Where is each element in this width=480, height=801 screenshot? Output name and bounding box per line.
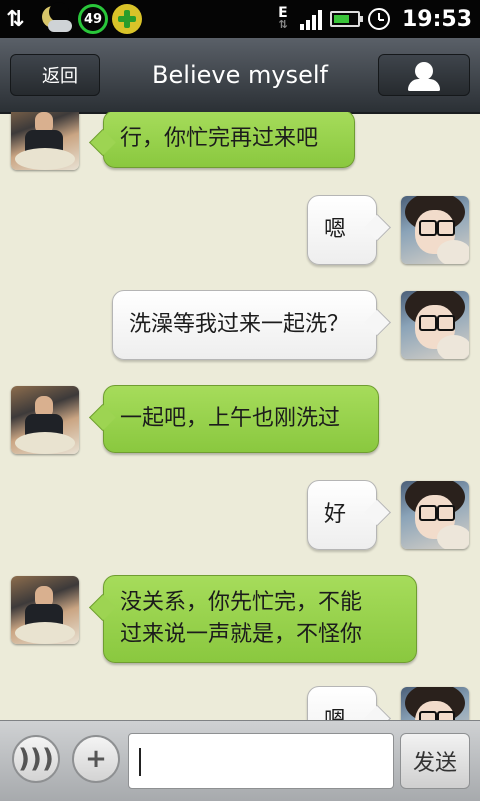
back-button-label: 返回 (42, 66, 78, 87)
contact-profile-button[interactable] (378, 54, 470, 96)
message-text: 一起吧，上午也刚洗过 (120, 406, 341, 431)
my-avatar[interactable] (401, 196, 469, 264)
send-button-label: 发送 (412, 751, 457, 776)
notification-count-badge: 49 (78, 4, 108, 34)
battery-icon (329, 11, 363, 27)
text-cursor (139, 748, 141, 776)
contact-avatar[interactable] (11, 386, 79, 454)
message-bubble[interactable]: 嗯 (307, 686, 377, 720)
back-button[interactable]: 返回 (10, 54, 100, 96)
message-text: 行，你忙完再过来吧 (120, 126, 319, 151)
voice-input-button[interactable]: ))) (12, 735, 60, 783)
my-avatar[interactable] (401, 687, 469, 720)
attachment-button[interactable]: + (72, 735, 120, 783)
message-bubble[interactable]: 洗澡等我过来一起洗？ (112, 290, 377, 360)
plus-icon: + (85, 744, 107, 774)
contact-avatar[interactable] (11, 112, 79, 170)
message-list[interactable]: 行，你忙完再过来吧 嗯 洗澡等我过来一起洗？ 一起吧，上午也刚洗过 好 没关系，… (0, 112, 480, 720)
security-app-icon (112, 4, 142, 34)
message-text: 好 (324, 502, 347, 527)
send-button[interactable]: 发送 (400, 733, 470, 789)
my-avatar[interactable] (401, 481, 469, 549)
my-avatar[interactable] (401, 291, 469, 359)
status-bar: ⇅ 49 E ⇅ 19:53 (0, 0, 480, 38)
message-text: 洗澡等我过来一起洗？ (129, 312, 350, 337)
message-bubble[interactable]: 好 (307, 480, 377, 550)
message-text-line: 没关系，你先忙完，不能 (120, 590, 363, 615)
signal-strength-icon (299, 8, 322, 30)
message-bubble[interactable]: 没关系，你先忙完，不能 过来说一声就是，不怪你 (103, 575, 417, 663)
message-bubble[interactable]: 一起吧，上午也刚洗过 (103, 385, 379, 453)
message-bubble[interactable]: 行，你忙完再过来吧 (103, 112, 355, 168)
network-type-indicator: E ⇅ (278, 5, 288, 31)
message-text-line: 过来说一声就是，不怪你 (120, 622, 363, 647)
contact-avatar[interactable] (11, 576, 79, 644)
message-bubble[interactable]: 嗯 (307, 195, 377, 265)
chat-header: 返回 Believe myself (0, 38, 480, 114)
voice-icon: ))) (18, 744, 54, 774)
data-transfer-icon: ⇅ (6, 6, 25, 32)
chat-title: Believe myself (152, 61, 328, 89)
weather-icon (40, 2, 74, 34)
message-text: 嗯 (324, 705, 346, 720)
alarm-clock-icon (367, 8, 390, 30)
message-input-bar: ))) + 发送 (0, 720, 480, 801)
message-text: 嗯 (324, 217, 347, 242)
status-time: 19:53 (401, 6, 472, 32)
message-input[interactable] (128, 733, 394, 789)
